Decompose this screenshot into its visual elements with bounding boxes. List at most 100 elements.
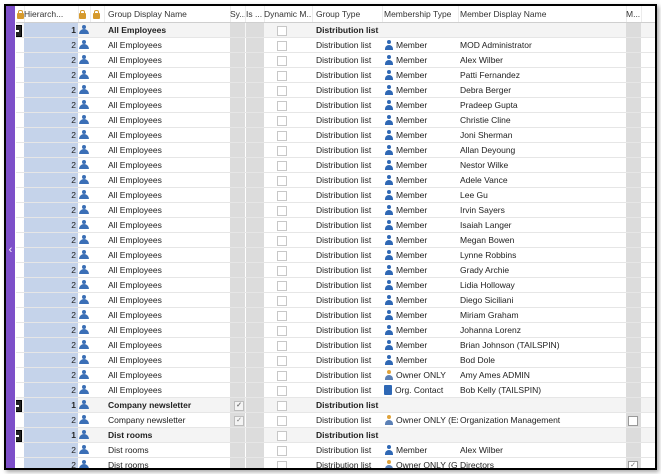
- table-row[interactable]: 2 All Employees Distribution list Member Pra…: [16, 98, 655, 113]
- row-selector[interactable]: [16, 143, 24, 157]
- row-selector[interactable]: [16, 188, 24, 202]
- header-sy[interactable]: Sy...: [230, 6, 246, 22]
- row-selector[interactable]: [16, 353, 24, 367]
- row-selector[interactable]: [16, 428, 24, 442]
- dynamic-membership-checkbox[interactable]: [277, 251, 287, 261]
- header-lock-column-2[interactable]: [92, 6, 105, 22]
- table-row[interactable]: 2 All Employees Distribution list Member MOD…: [16, 38, 655, 53]
- table-row[interactable]: 2 All Employees Distribution list Member Bod…: [16, 353, 655, 368]
- group-row[interactable]: 1 All Employees Distribution list: [16, 23, 655, 38]
- dynamic-membership-checkbox[interactable]: [277, 446, 287, 456]
- table-row[interactable]: 2 All Employees Distribution list Member Isa…: [16, 218, 655, 233]
- dynamic-membership-checkbox[interactable]: [277, 131, 287, 141]
- collapse-group-icon[interactable]: [16, 430, 22, 442]
- row-selector[interactable]: [16, 83, 24, 97]
- dynamic-membership-checkbox[interactable]: [277, 371, 287, 381]
- table-row[interactable]: 2 All Employees Distribution list Member Mir…: [16, 308, 655, 323]
- m-checkbox[interactable]: ✓: [628, 461, 638, 468]
- table-row[interactable]: 2 Dist rooms Distribution list Member Alex W…: [16, 443, 655, 458]
- dynamic-membership-checkbox[interactable]: [277, 146, 287, 156]
- group-row[interactable]: 1 Company newsletter ✓ Distribution list: [16, 398, 655, 413]
- row-selector[interactable]: [16, 323, 24, 337]
- dynamic-membership-checkbox[interactable]: [277, 221, 287, 231]
- row-selector[interactable]: [16, 383, 24, 397]
- row-selector[interactable]: [16, 38, 24, 52]
- dynamic-membership-checkbox[interactable]: [277, 266, 287, 276]
- collapse-group-icon[interactable]: [16, 400, 22, 412]
- row-selector[interactable]: [16, 308, 24, 322]
- row-selector[interactable]: [16, 173, 24, 187]
- dynamic-membership-checkbox[interactable]: [277, 341, 287, 351]
- header-membership-type[interactable]: Membership Type: [382, 6, 459, 22]
- row-selector[interactable]: [16, 68, 24, 82]
- table-row[interactable]: 2 All Employees Distribution list Member Ale…: [16, 53, 655, 68]
- table-row[interactable]: 2 All Employees Distribution list Member Gra…: [16, 263, 655, 278]
- dynamic-membership-checkbox[interactable]: [277, 281, 287, 291]
- row-selector[interactable]: [16, 338, 24, 352]
- table-row[interactable]: 2 Company newsletter ✓ Distribution list Own…: [16, 413, 655, 428]
- dynamic-membership-checkbox[interactable]: [277, 26, 287, 36]
- group-row[interactable]: 1 Dist rooms Distribution list: [16, 428, 655, 443]
- header-is[interactable]: Is ...: [246, 6, 265, 22]
- table-row[interactable]: 2 All Employees Distribution list Member Irv…: [16, 203, 655, 218]
- header-member-display-name[interactable]: Member Display Name: [458, 6, 627, 22]
- table-row[interactable]: 2 All Employees Distribution list Member Bri…: [16, 338, 655, 353]
- table-row[interactable]: 2 All Employees Distribution list Member Lyn…: [16, 248, 655, 263]
- dynamic-membership-checkbox[interactable]: [277, 116, 287, 126]
- dynamic-membership-checkbox[interactable]: [277, 461, 287, 468]
- dynamic-membership-checkbox[interactable]: [277, 296, 287, 306]
- dynamic-membership-checkbox[interactable]: [277, 386, 287, 396]
- collapse-group-icon[interactable]: [16, 25, 22, 37]
- dynamic-membership-checkbox[interactable]: [277, 401, 287, 411]
- dynamic-membership-checkbox[interactable]: [277, 311, 287, 321]
- dynamic-membership-checkbox[interactable]: [277, 161, 287, 171]
- dynamic-membership-checkbox[interactable]: [277, 236, 287, 246]
- sy-checkbox[interactable]: ✓: [234, 416, 244, 426]
- table-row[interactable]: 2 All Employees Distribution list Owner ONL…: [16, 368, 655, 383]
- row-selector[interactable]: [16, 293, 24, 307]
- chevron-left-icon[interactable]: ‹: [6, 244, 15, 256]
- row-selector[interactable]: [16, 278, 24, 292]
- header-m[interactable]: M...: [626, 6, 642, 22]
- row-selector[interactable]: [16, 128, 24, 142]
- dynamic-membership-checkbox[interactable]: [277, 41, 287, 51]
- row-selector[interactable]: [16, 413, 24, 427]
- table-row[interactable]: 2 All Employees Distribution list Member Meg…: [16, 233, 655, 248]
- dynamic-membership-checkbox[interactable]: [277, 326, 287, 336]
- table-row[interactable]: 2 All Employees Distribution list Member Chr…: [16, 113, 655, 128]
- row-selector[interactable]: [16, 113, 24, 127]
- dynamic-membership-checkbox[interactable]: [277, 71, 287, 81]
- row-selector[interactable]: [16, 398, 24, 412]
- table-row[interactable]: 2 All Employees Distribution list Member Ade…: [16, 173, 655, 188]
- dynamic-membership-checkbox[interactable]: [277, 206, 287, 216]
- row-selector[interactable]: [16, 263, 24, 277]
- row-selector[interactable]: [16, 443, 24, 457]
- table-row[interactable]: 2 All Employees Distribution list Member Joh…: [16, 323, 655, 338]
- header-dynamic-membership[interactable]: Dynamic M...: [264, 6, 313, 22]
- dynamic-membership-checkbox[interactable]: [277, 431, 287, 441]
- header-group-display-name[interactable]: Group Display Name: [106, 6, 231, 22]
- header-lock-column[interactable]: [78, 6, 91, 22]
- dynamic-membership-checkbox[interactable]: [277, 356, 287, 366]
- row-selector[interactable]: [16, 158, 24, 172]
- table-row[interactable]: 2 All Employees Distribution list Member Die…: [16, 293, 655, 308]
- row-selector[interactable]: [16, 248, 24, 262]
- m-checkbox[interactable]: [628, 416, 638, 426]
- dynamic-membership-checkbox[interactable]: [277, 416, 287, 426]
- table-row[interactable]: 2 All Employees Distribution list Member Lid…: [16, 278, 655, 293]
- row-selector[interactable]: [16, 368, 24, 382]
- dynamic-membership-checkbox[interactable]: [277, 191, 287, 201]
- row-selector[interactable]: [16, 458, 24, 468]
- table-row[interactable]: 2 All Employees Distribution list Member Jon…: [16, 128, 655, 143]
- collapse-sidebar-bar[interactable]: ‹: [6, 6, 15, 468]
- dynamic-membership-checkbox[interactable]: [277, 176, 287, 186]
- table-row[interactable]: 2 Dist rooms Distribution list Owner ONLY (…: [16, 458, 655, 468]
- header-hierarchy[interactable]: Hierarch...: [24, 6, 79, 22]
- table-row[interactable]: 2 All Employees Distribution list Member All…: [16, 143, 655, 158]
- row-selector[interactable]: [16, 233, 24, 247]
- table-row[interactable]: 2 All Employees Distribution list Member Pat…: [16, 68, 655, 83]
- row-selector[interactable]: [16, 98, 24, 112]
- sy-checkbox[interactable]: ✓: [234, 401, 244, 411]
- dynamic-membership-checkbox[interactable]: [277, 56, 287, 66]
- dynamic-membership-checkbox[interactable]: [277, 86, 287, 96]
